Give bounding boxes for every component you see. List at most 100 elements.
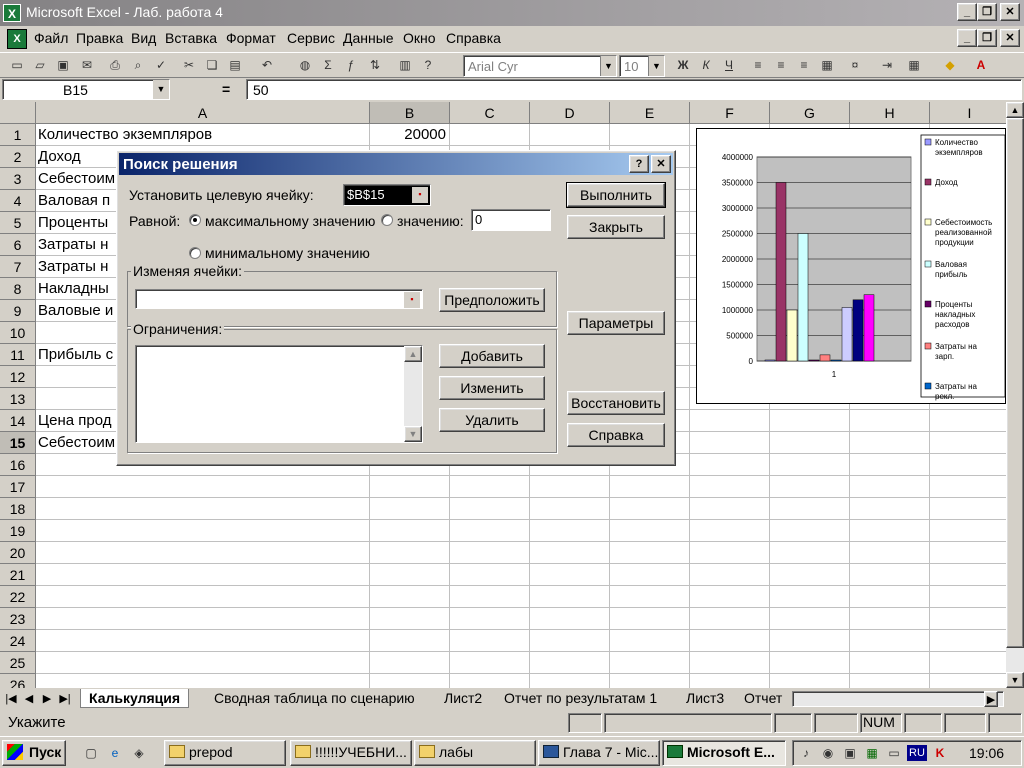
cut-icon[interactable]: ✂ [180, 56, 198, 74]
task-uchebnik[interactable]: !!!!!!УЧЕБНИ... [290, 740, 412, 766]
change-button[interactable]: Изменить [439, 376, 545, 400]
task-laby[interactable]: лабы [414, 740, 536, 766]
dialog-close-button[interactable]: ✕ [651, 155, 671, 173]
doc-restore-button[interactable]: ❐ [977, 29, 997, 47]
currency-icon[interactable]: ¤ [846, 56, 864, 74]
value-input[interactable]: 0 [471, 209, 551, 231]
row-header-20[interactable]: 20 [0, 542, 36, 564]
col-header-f[interactable]: F [690, 102, 770, 124]
scroll-down-icon[interactable]: ▼ [1006, 672, 1024, 688]
doc-minimize-button[interactable]: _ [957, 29, 977, 47]
row-header-14[interactable]: 14 [0, 410, 36, 432]
col-header-a[interactable]: A [36, 102, 370, 124]
row-header-8[interactable]: 8 [0, 278, 36, 300]
desktop-icon[interactable]: ▢ [82, 744, 100, 762]
paste-icon[interactable]: ▤ [226, 56, 244, 74]
scroll-down-icon[interactable]: ▼ [404, 426, 422, 442]
radio-min-label[interactable]: минимальному значению [205, 245, 370, 261]
radio-max[interactable] [189, 214, 201, 226]
network-icon[interactable]: ▣ [841, 744, 859, 762]
cell-a1[interactable]: Количество экземпляров [38, 124, 212, 146]
borders-icon[interactable]: ▦ [905, 56, 923, 74]
chevron-down-icon[interactable]: ▼ [648, 56, 664, 76]
cell-b1[interactable]: 20000 [372, 124, 448, 146]
col-header-e[interactable]: E [610, 102, 690, 124]
menu-edit[interactable]: Правка [76, 30, 123, 46]
row-header-6[interactable]: 6 [0, 234, 36, 256]
font-size-combo[interactable]: 10 ▼ [619, 55, 665, 77]
row-header-10[interactable]: 10 [0, 322, 36, 344]
row-header-4[interactable]: 4 [0, 190, 36, 212]
row-header-22[interactable]: 22 [0, 586, 36, 608]
help-icon[interactable]: ? [419, 56, 437, 74]
reset-button[interactable]: Восстановить [567, 391, 665, 415]
hyperlink-icon[interactable]: ◍ [296, 56, 314, 74]
tab-list2[interactable]: Лист2 [436, 689, 490, 708]
open-icon[interactable]: ▱ [31, 56, 49, 74]
row-header-5[interactable]: 5 [0, 212, 36, 234]
italic-button[interactable]: К [697, 56, 715, 74]
radio-min[interactable] [189, 247, 201, 259]
col-header-c[interactable]: C [450, 102, 530, 124]
radio-max-label[interactable]: максимальному значению [205, 213, 375, 229]
vertical-scrollbar[interactable]: ▲ ▼ [1006, 102, 1024, 688]
scroll-up-icon[interactable]: ▲ [404, 346, 422, 362]
name-box[interactable]: B15 ▼ [2, 79, 170, 100]
run-button[interactable]: Выполнить [566, 182, 666, 208]
align-left-icon[interactable]: ≡ [749, 56, 767, 74]
task-prepod[interactable]: prepod [164, 740, 286, 766]
display-icon[interactable]: ▭ [885, 744, 903, 762]
row-header-21[interactable]: 21 [0, 564, 36, 586]
undo-icon[interactable]: ↶ [258, 56, 276, 74]
mail-icon[interactable]: ✉ [78, 56, 96, 74]
scroll-up-icon[interactable]: ▲ [1006, 102, 1024, 118]
row-header-13[interactable]: 13 [0, 388, 36, 410]
col-header-d[interactable]: D [530, 102, 610, 124]
merge-icon[interactable]: ▦ [818, 56, 836, 74]
row-header-19[interactable]: 19 [0, 520, 36, 542]
cell-a2[interactable]: Доход [38, 146, 81, 168]
tab-scenario-pivot[interactable]: Сводная таблица по сценарию [206, 689, 423, 708]
row-header-26[interactable]: 26 [0, 674, 36, 688]
last-sheet-icon[interactable]: ▶| [58, 691, 72, 707]
font-combo[interactable]: Arial Cyr ▼ [463, 55, 617, 77]
chevron-down-icon[interactable]: ▼ [600, 56, 616, 76]
col-header-h[interactable]: H [850, 102, 930, 124]
preview-icon[interactable]: ⌕ [129, 56, 147, 74]
row-header-18[interactable]: 18 [0, 498, 36, 520]
channels-icon[interactable]: ◈ [130, 744, 148, 762]
constraints-scrollbar[interactable]: ▲ ▼ [404, 346, 422, 442]
target-cell-input[interactable]: $B$15 ▪ [343, 184, 431, 206]
tab-kalkulyatsiya[interactable]: Калькуляция [80, 689, 190, 708]
chevron-down-icon[interactable]: ▼ [153, 80, 169, 99]
task-word[interactable]: Глава 7 - Mic... [538, 740, 660, 766]
cell-a8[interactable]: Накладны [38, 278, 109, 300]
menu-insert[interactable]: Вставка [165, 30, 217, 46]
col-header-g[interactable]: G [770, 102, 850, 124]
row-header-25[interactable]: 25 [0, 652, 36, 674]
cell-a14[interactable]: Цена прод [38, 410, 111, 432]
col-header-i[interactable]: I [930, 102, 1010, 124]
row-header-12[interactable]: 12 [0, 366, 36, 388]
menu-help[interactable]: Справка [446, 30, 501, 46]
chart-wizard-icon[interactable]: ▥ [396, 56, 414, 74]
row-header-16[interactable]: 16 [0, 454, 36, 476]
row-header-15[interactable]: 15 [0, 432, 36, 454]
save-icon[interactable]: ▣ [54, 56, 72, 74]
radio-value[interactable] [381, 214, 393, 226]
cell-a4[interactable]: Валовая п [38, 190, 110, 212]
cell-a3[interactable]: Себестоим [38, 168, 115, 190]
font-color-icon[interactable]: A [972, 56, 990, 74]
row-header-9[interactable]: 9 [0, 300, 36, 322]
copy-icon[interactable]: ❏ [203, 56, 221, 74]
align-right-icon[interactable]: ≡ [795, 56, 813, 74]
scroll-right-icon[interactable]: ▶ [984, 691, 998, 707]
sort-icon[interactable]: ⇅ [366, 56, 384, 74]
menu-data[interactable]: Данные [343, 30, 394, 46]
cell-a11[interactable]: Прибыль с [38, 344, 113, 366]
close-button[interactable]: ✕ [1000, 3, 1020, 21]
row-header-3[interactable]: 3 [0, 168, 36, 190]
prev-sheet-icon[interactable]: ◀ [22, 691, 36, 707]
menu-tools[interactable]: Сервис [287, 30, 335, 46]
row-header-23[interactable]: 23 [0, 608, 36, 630]
